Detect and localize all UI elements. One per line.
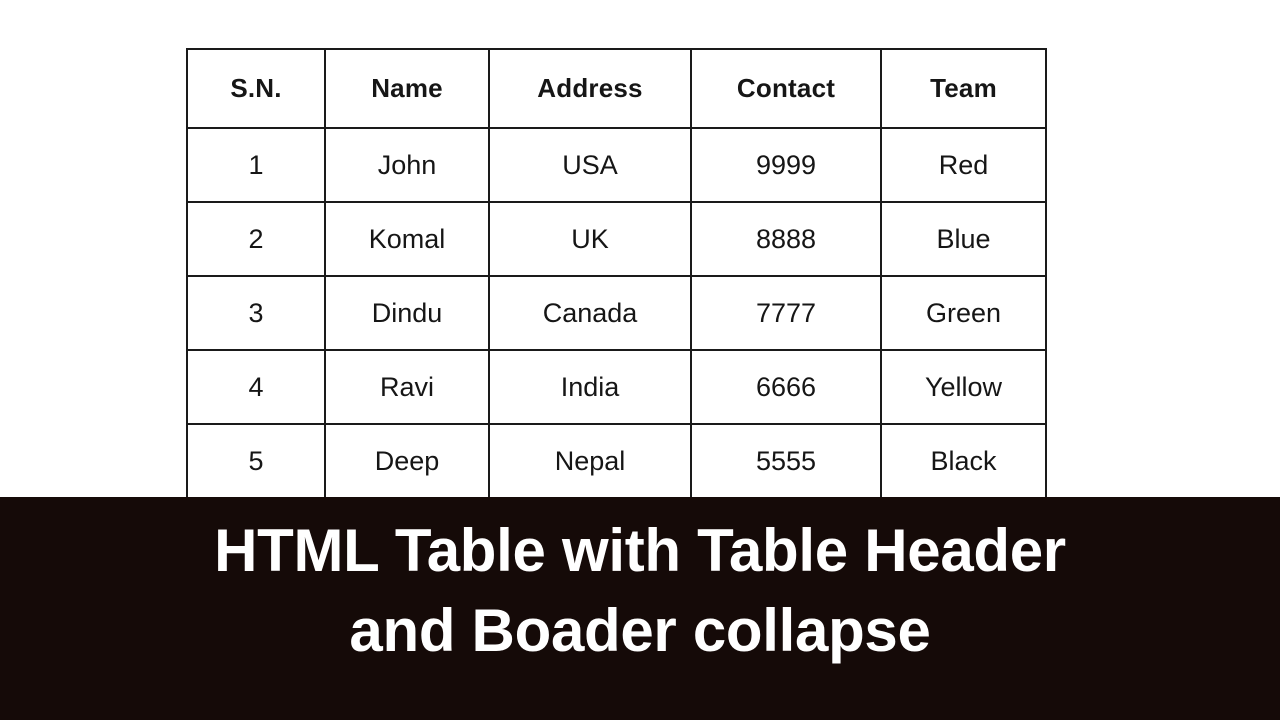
cell-contact: 9999 <box>690 127 882 203</box>
table-header: S.N. Name Address Contact Team <box>186 48 1047 129</box>
cell-team: Black <box>880 423 1047 499</box>
cell-sn: 1 <box>186 127 326 203</box>
cell-team: Green <box>880 275 1047 351</box>
cell-name: Dindu <box>324 275 490 351</box>
data-table: S.N. Name Address Contact Team 1 John US… <box>186 48 1047 499</box>
column-header-sn: S.N. <box>186 48 326 129</box>
table-header-row: S.N. Name Address Contact Team <box>186 48 1047 129</box>
cell-sn: 4 <box>186 349 326 425</box>
column-header-contact: Contact <box>690 48 882 129</box>
cell-contact: 8888 <box>690 201 882 277</box>
cell-address: India <box>488 349 692 425</box>
cell-team: Yellow <box>880 349 1047 425</box>
cell-address: UK <box>488 201 692 277</box>
cell-name: Ravi <box>324 349 490 425</box>
cell-address: USA <box>488 127 692 203</box>
caption-line-1: HTML Table with Table Header <box>214 517 1066 584</box>
cell-name: Deep <box>324 423 490 499</box>
cell-sn: 5 <box>186 423 326 499</box>
cell-contact: 6666 <box>690 349 882 425</box>
cell-address: Nepal <box>488 423 692 499</box>
cell-sn: 2 <box>186 201 326 277</box>
table-row: 4 Ravi India 6666 Yellow <box>186 349 1047 425</box>
cell-contact: 7777 <box>690 275 882 351</box>
table-body: 1 John USA 9999 Red 2 Komal UK 8888 Blue… <box>186 127 1047 499</box>
cell-contact: 5555 <box>690 423 882 499</box>
cell-team: Red <box>880 127 1047 203</box>
cell-address: Canada <box>488 275 692 351</box>
table-row: 1 John USA 9999 Red <box>186 127 1047 203</box>
table-region: S.N. Name Address Contact Team 1 John US… <box>0 0 1280 499</box>
cell-name: Komal <box>324 201 490 277</box>
table-row: 2 Komal UK 8888 Blue <box>186 201 1047 277</box>
table-row: 3 Dindu Canada 7777 Green <box>186 275 1047 351</box>
cell-name: John <box>324 127 490 203</box>
caption-line-2: and Boader collapse <box>349 597 931 664</box>
cell-team: Blue <box>880 201 1047 277</box>
column-header-address: Address <box>488 48 692 129</box>
caption-banner: HTML Table with Table Header and Boader … <box>0 497 1280 720</box>
column-header-team: Team <box>880 48 1047 129</box>
column-header-name: Name <box>324 48 490 129</box>
cell-sn: 3 <box>186 275 326 351</box>
table-row: 5 Deep Nepal 5555 Black <box>186 423 1047 499</box>
